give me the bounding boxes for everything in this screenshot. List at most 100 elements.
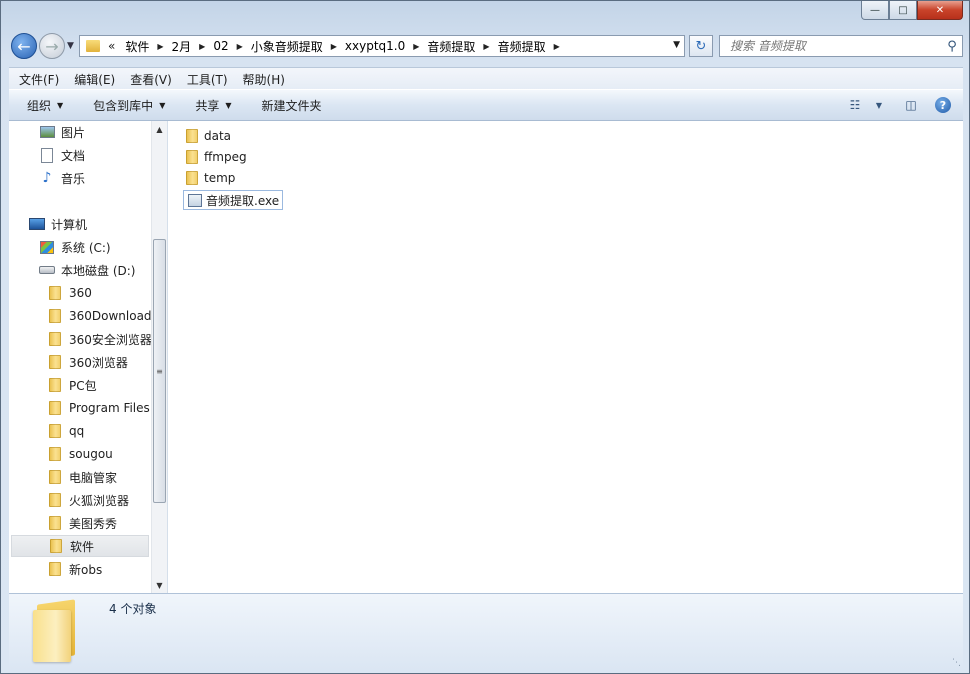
help-button[interactable]: ? xyxy=(931,95,955,115)
nav-folder-label: 360 xyxy=(69,286,92,300)
folder-icon xyxy=(49,378,61,392)
nav-item-music[interactable]: ♪ 音乐 xyxy=(39,167,85,189)
preview-pane-button[interactable]: ◫ xyxy=(899,95,923,115)
file-name: 音频提取.exe xyxy=(206,193,280,208)
chevron-right-icon[interactable]: ▶ xyxy=(237,42,243,51)
folder-icon xyxy=(49,286,61,300)
menu-view[interactable]: 查看(V) xyxy=(120,71,177,88)
breadcrumb-item[interactable]: 音频提取 xyxy=(427,38,475,55)
nav-item-drive-c[interactable]: 系统 (C:) xyxy=(39,236,111,258)
nav-folder[interactable]: 火狐浏览器 xyxy=(49,489,129,511)
local-disk-icon xyxy=(39,263,55,277)
breadcrumb-item[interactable]: xxyptq1.0 xyxy=(345,39,405,53)
file-item-folder[interactable]: data xyxy=(186,126,231,146)
chevron-right-icon[interactable]: ▶ xyxy=(483,42,489,51)
folder-icon xyxy=(49,493,61,507)
forward-button[interactable]: → xyxy=(39,33,65,59)
file-name: temp xyxy=(204,171,236,185)
nav-folder[interactable]: 电脑管家 xyxy=(49,466,117,488)
share-button[interactable]: 共享 ▼ xyxy=(187,97,239,114)
view-dropdown-button[interactable]: ▼ xyxy=(867,95,891,115)
chevron-right-icon[interactable]: ▶ xyxy=(554,42,560,51)
breadcrumb-item[interactable]: 02 xyxy=(213,39,228,53)
scroll-up-arrow-icon[interactable]: ▲ xyxy=(152,121,167,137)
organize-button[interactable]: 组织 ▼ xyxy=(19,97,71,114)
scroll-down-arrow-icon[interactable]: ▼ xyxy=(152,577,167,593)
chevron-down-icon: ▼ xyxy=(225,100,232,110)
nav-item-documents[interactable]: 文档 xyxy=(39,144,85,166)
nav-folder-label: PC包 xyxy=(69,378,97,393)
nav-folder[interactable]: qq xyxy=(49,420,84,442)
file-name: ffmpeg xyxy=(204,150,247,164)
change-view-button[interactable]: ☷ xyxy=(843,95,867,115)
nav-folder[interactable]: sougou xyxy=(49,443,113,465)
folder-icon xyxy=(49,401,61,415)
nav-folder[interactable]: PC包 xyxy=(49,374,97,396)
chevron-down-icon: ▼ xyxy=(57,100,64,110)
refresh-button[interactable]: ↻ xyxy=(689,35,713,57)
breadcrumb-overflow[interactable]: « xyxy=(108,39,115,53)
search-box[interactable]: ⚲ xyxy=(719,35,963,57)
explorer-window: — □ ✕ ← → ▼ « 软件 ▶ 2月 ▶ 02 ▶ 小象音频提取 ▶ xxyptq… xyxy=(0,0,970,674)
search-icon[interactable]: ⚲ xyxy=(942,39,962,54)
chevron-right-icon[interactable]: ▶ xyxy=(331,42,337,51)
nav-folder-label: 美图秀秀 xyxy=(69,516,118,531)
nav-folder[interactable]: 新obs xyxy=(49,558,102,580)
nav-pane-scrollbar[interactable]: ▲ ≡ ▼ xyxy=(151,121,167,593)
menu-tools[interactable]: 工具(T) xyxy=(177,71,233,88)
nav-folder[interactable]: 360 xyxy=(49,282,92,304)
nav-item-drive-d[interactable]: 本地磁盘 (D:) xyxy=(39,259,135,281)
address-bar[interactable]: « 软件 ▶ 2月 ▶ 02 ▶ 小象音频提取 ▶ xxyptq1.0 ▶ 音频提取 ▶ 音… xyxy=(79,35,685,57)
view-controls: ☷ ▼ ◫ ? xyxy=(835,95,955,115)
nav-item-label: 音乐 xyxy=(61,171,86,186)
menu-file[interactable]: 文件(F) xyxy=(9,71,64,88)
application-icon xyxy=(188,193,202,207)
back-button[interactable]: ← xyxy=(11,33,37,59)
chevron-right-icon[interactable]: ▶ xyxy=(413,42,419,51)
folder-icon xyxy=(49,562,61,576)
menu-edit[interactable]: 编辑(E) xyxy=(64,71,120,88)
file-item-folder[interactable]: temp xyxy=(186,168,235,188)
nav-folder-label: 360安全浏览器 xyxy=(69,332,152,347)
breadcrumb-item[interactable]: 小象音频提取 xyxy=(251,38,323,55)
resize-grip-icon[interactable]: ⋱ xyxy=(952,658,961,668)
chevron-down-icon: ▼ xyxy=(159,100,166,110)
menu-help[interactable]: 帮助(H) xyxy=(233,71,290,88)
file-item-folder[interactable]: ffmpeg xyxy=(186,147,247,167)
nav-folder[interactable]: 美图秀秀 xyxy=(49,512,117,534)
maximize-button[interactable]: □ xyxy=(889,1,917,20)
nav-folder-label: 软件 xyxy=(70,539,95,554)
breadcrumb-item[interactable]: 2月 xyxy=(172,38,192,55)
file-item-exe[interactable]: 音频提取.exe xyxy=(183,190,284,210)
nav-folder[interactable]: 360Downloads xyxy=(49,305,158,327)
forward-arrow-icon: → xyxy=(45,36,59,56)
minimize-button[interactable]: — xyxy=(861,1,889,20)
close-button[interactable]: ✕ xyxy=(917,1,963,20)
nav-item-pictures[interactable]: 图片 xyxy=(39,121,85,143)
include-in-library-button[interactable]: 包含到库中 ▼ xyxy=(85,97,173,114)
nav-folder[interactable]: Program Files xyxy=(49,397,150,419)
navigation-bar: ← → ▼ « 软件 ▶ 2月 ▶ 02 ▶ 小象音频提取 ▶ xxyptq1.0 ▶ 音… xyxy=(9,33,965,61)
breadcrumb-item[interactable]: 音频提取 xyxy=(498,38,546,55)
back-arrow-icon: ← xyxy=(17,36,31,56)
address-history-dropdown[interactable]: ▼ xyxy=(673,40,680,50)
nav-folder[interactable]: 360安全浏览器 xyxy=(49,328,152,350)
nav-item-label: 系统 (C:) xyxy=(61,240,111,255)
nav-folder[interactable]: 360浏览器 xyxy=(49,351,128,373)
nav-folder-selected[interactable]: 软件 xyxy=(11,535,149,557)
folder-icon xyxy=(49,470,61,484)
nav-item-computer[interactable]: 计算机 xyxy=(29,213,87,235)
recent-pages-dropdown[interactable]: ▼ xyxy=(67,41,74,51)
folder-icon xyxy=(186,150,198,164)
search-input[interactable] xyxy=(728,38,942,54)
nav-folder-label: 火狐浏览器 xyxy=(69,493,130,508)
scrollbar-thumb[interactable]: ≡ xyxy=(153,239,166,503)
nav-item-label: 计算机 xyxy=(51,217,88,232)
breadcrumb-item[interactable]: 软件 xyxy=(125,38,149,55)
nav-folder-label: 电脑管家 xyxy=(69,470,118,485)
share-label: 共享 xyxy=(195,98,220,113)
chevron-right-icon[interactable]: ▶ xyxy=(157,42,163,51)
new-folder-button[interactable]: 新建文件夹 xyxy=(254,97,330,114)
chevron-right-icon[interactable]: ▶ xyxy=(199,42,205,51)
nav-folder-label: qq xyxy=(69,424,85,438)
